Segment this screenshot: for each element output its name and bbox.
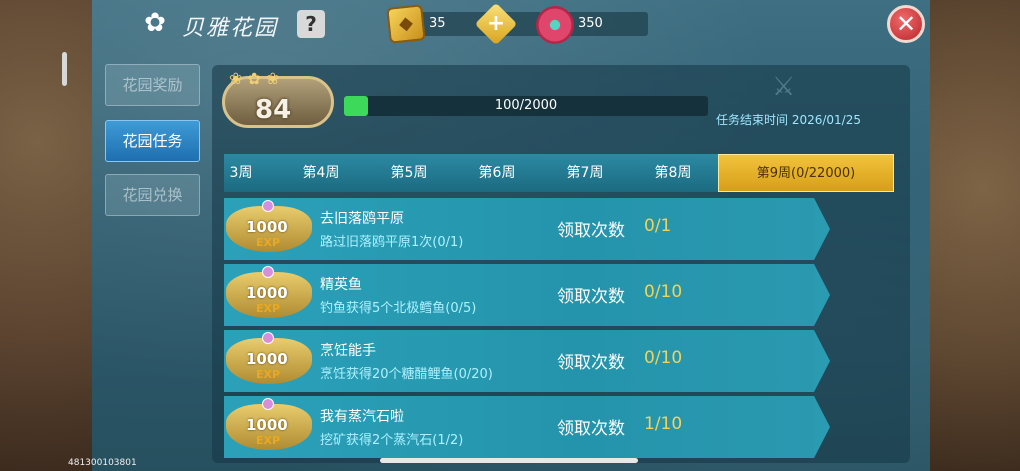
nav-garden-exchange[interactable]: 花园兑换 xyxy=(105,174,200,216)
gem-icon xyxy=(262,200,274,212)
row-arrow-tip xyxy=(814,330,830,392)
header: ✿ 贝雅花园 ? ◆ 35 + 350 ✕ xyxy=(92,0,930,48)
tab-week-9[interactable]: 第9周(0/22000) xyxy=(718,154,894,192)
tab-week-6[interactable]: 第6周 xyxy=(462,154,532,192)
row-arrow-tip xyxy=(814,198,830,260)
exp-reward: 1000 EXP xyxy=(224,200,314,258)
claim-label: 领取次数 xyxy=(557,353,625,373)
gem-icon xyxy=(262,266,274,278)
row-arrow-tip xyxy=(814,264,830,326)
reward-exp-label: EXP xyxy=(256,236,281,249)
task-name: 烹饪能手 xyxy=(320,343,376,359)
tab-week-7[interactable]: 第7周 xyxy=(550,154,620,192)
close-button[interactable]: ✕ xyxy=(887,5,925,43)
task-name: 精英鱼 xyxy=(320,277,362,293)
tab-week-3[interactable]: 3周 xyxy=(224,154,258,192)
task-description: 挖矿获得2个蒸汽石(1/2) xyxy=(320,433,464,448)
level-progress-text: 100/2000 xyxy=(494,98,558,113)
task-row[interactable]: 1000 EXP 烹饪能手 烹饪获得20个糖醋鲤鱼(0/20) 领取次数 0/1… xyxy=(224,330,814,392)
claim-count: 0/10 xyxy=(644,282,683,302)
tab-week-4[interactable]: 第4周 xyxy=(286,154,356,192)
claim-count: 0/10 xyxy=(644,348,683,368)
tab-week-5[interactable]: 第5周 xyxy=(374,154,444,192)
reward-exp-label: EXP xyxy=(256,368,281,381)
exp-reward: 1000 EXP xyxy=(224,266,314,324)
level-badge: ❀ ✿ ❀ 84 xyxy=(222,69,334,128)
task-row[interactable]: 1000 EXP 我有蒸汽石啦 挖矿获得2个蒸汽石(1/2) 领取次数 1/10 xyxy=(224,396,814,458)
add-currency-button[interactable]: + xyxy=(474,2,518,46)
gem-icon xyxy=(262,398,274,410)
gold-ticket-icon: ◆ xyxy=(386,4,426,44)
reward-amount: 1000 xyxy=(246,416,288,434)
gem-icon xyxy=(262,332,274,344)
tab-week-8[interactable]: 第8周 xyxy=(638,154,708,192)
plus-icon: + xyxy=(486,11,506,36)
gem-value: 35 xyxy=(429,16,446,31)
nav-garden-tasks[interactable]: 花园任务 xyxy=(105,120,200,162)
task-row[interactable]: 1000 EXP 去旧落鸥平原 路过旧落鸥平原1次(0/1) 领取次数 0/1 xyxy=(224,198,814,260)
background-left xyxy=(0,0,92,471)
side-handle[interactable] xyxy=(62,52,67,86)
home-indicator[interactable] xyxy=(380,458,638,463)
row-arrow-tip xyxy=(814,396,830,458)
claim-count: 0/1 xyxy=(644,216,672,236)
flower-value: 350 xyxy=(578,16,603,31)
badge-flowers-icon: ❀ ✿ ❀ xyxy=(229,69,280,88)
task-name: 去旧落鸥平原 xyxy=(320,211,404,227)
week-tabs: 3周 第4周 第5周 第6周 第7周 第8周 第9周(0/22000) xyxy=(224,154,894,192)
nav-garden-rewards[interactable]: 花园奖励 xyxy=(105,64,200,106)
background-right xyxy=(925,0,1020,471)
level-value: 84 xyxy=(255,95,292,125)
task-end-time: 任务结束时间 2026/01/25 xyxy=(716,113,861,127)
exp-reward: 1000 EXP xyxy=(224,332,314,390)
task-row[interactable]: 1000 EXP 精英鱼 钓鱼获得5个北极鳕鱼(0/5) 领取次数 0/10 xyxy=(224,264,814,326)
claim-label: 领取次数 xyxy=(557,419,625,439)
reward-exp-label: EXP xyxy=(256,302,281,315)
crossed-swords-icon: ⚔ xyxy=(772,72,796,102)
player-uid: 481300103801 xyxy=(68,458,137,468)
flower-currency-icon xyxy=(536,6,574,44)
reward-amount: 1000 xyxy=(246,350,288,368)
page-title: 贝雅花园 xyxy=(182,16,279,41)
flower-icon: ✿ xyxy=(144,8,166,38)
task-name: 我有蒸汽石啦 xyxy=(320,409,404,425)
task-description: 路过旧落鸥平原1次(0/1) xyxy=(320,235,464,250)
reward-amount: 1000 xyxy=(246,284,288,302)
help-button[interactable]: ? xyxy=(297,10,325,38)
reward-exp-label: EXP xyxy=(256,434,281,447)
claim-label: 领取次数 xyxy=(557,287,625,307)
level-progress-bar: 100/2000 xyxy=(344,96,708,116)
exp-reward: 1000 EXP xyxy=(224,398,314,456)
task-description: 烹饪获得20个糖醋鲤鱼(0/20) xyxy=(320,367,493,382)
claim-count: 1/10 xyxy=(644,414,683,434)
reward-amount: 1000 xyxy=(246,218,288,236)
task-description: 钓鱼获得5个北极鳕鱼(0/5) xyxy=(320,301,477,316)
claim-label: 领取次数 xyxy=(557,221,625,241)
